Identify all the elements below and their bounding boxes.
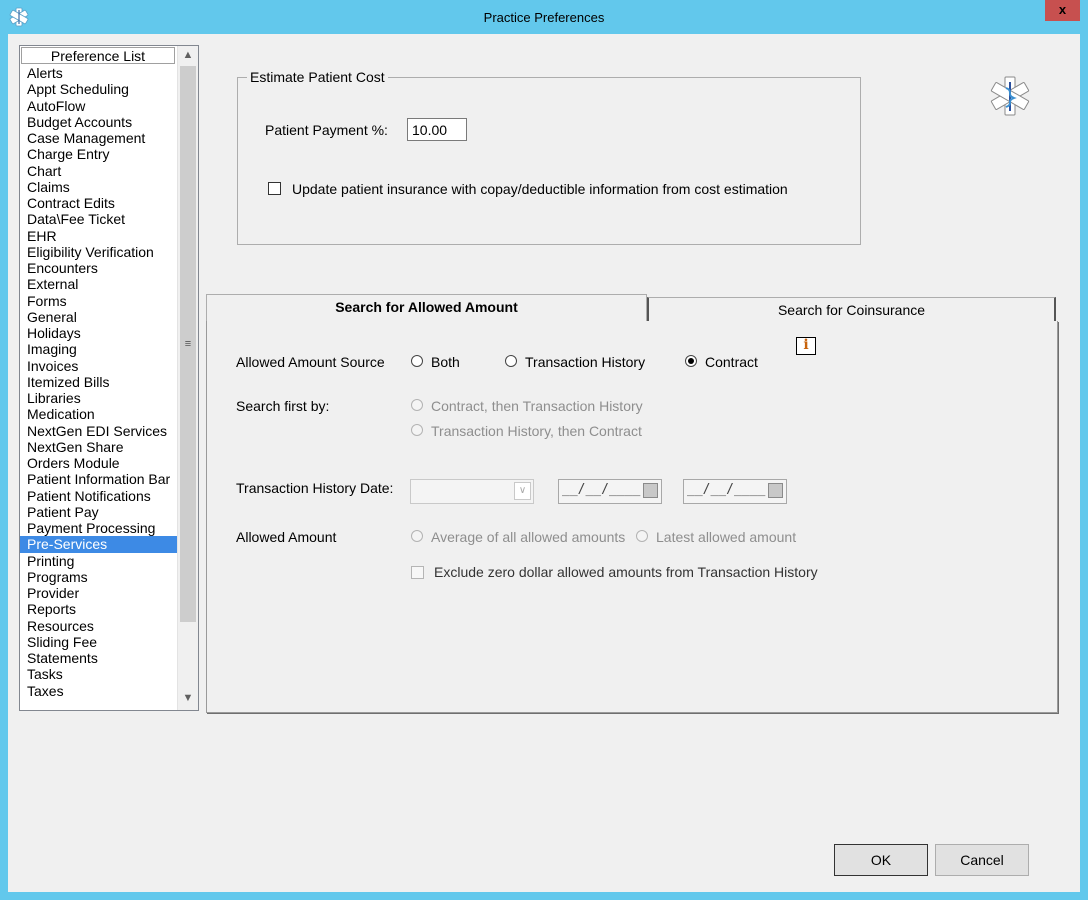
patient-payment-input[interactable] [407,118,467,141]
calendar-icon[interactable] [643,483,658,498]
date-to-placeholder: __/__/____ [687,482,766,497]
preference-list-item[interactable]: General [20,309,177,325]
search-history-first-label: Transaction History, then Contract [431,423,642,439]
preference-list-item[interactable]: Contract Edits [20,195,177,211]
preference-list-item[interactable]: Holidays [20,325,177,341]
preference-list-item[interactable]: Patient Notifications [20,488,177,504]
preference-list-item[interactable]: Sliding Fee [20,634,177,650]
preference-list-item[interactable]: Provider [20,585,177,601]
window-title: Practice Preferences [483,10,605,25]
scroll-down-arrow-icon[interactable]: ▼ [178,689,198,707]
allowed-amount-label: Allowed Amount [236,529,337,545]
search-contract-first-label: Contract, then Transaction History [431,398,643,414]
preference-list-item[interactable]: Orders Module [20,455,177,471]
preference-list-item[interactable]: External [20,276,177,292]
average-allowed-radio[interactable] [411,530,423,542]
close-button[interactable]: x [1045,0,1080,21]
preference-list-item[interactable]: Medication [20,406,177,422]
transaction-history-date-label: Transaction History Date: [236,480,394,496]
preference-list-item[interactable]: Patient Pay [20,504,177,520]
info-icon[interactable]: i [796,337,816,355]
source-transaction-history-label: Transaction History [525,354,646,370]
preference-list-item[interactable]: NextGen Share [20,439,177,455]
preference-list-item[interactable]: Eligibility Verification [20,244,177,260]
average-allowed-label: Average of all allowed amounts [431,529,626,545]
source-both-radio[interactable] [411,355,423,367]
preference-list-item[interactable]: Encounters [20,260,177,276]
preference-list-item[interactable]: Itemized Bills [20,374,177,390]
allowed-amount-source-label: Allowed Amount Source [236,354,385,370]
preference-list-item[interactable]: Case Management [20,130,177,146]
preference-list-item[interactable]: Libraries [20,390,177,406]
search-contract-first-radio[interactable] [411,399,423,411]
preference-list-item[interactable]: Alerts [20,65,177,81]
estimate-group-title: Estimate Patient Cost [247,69,388,85]
tab-search-allowed-amount[interactable]: Search for Allowed Amount [206,294,647,322]
preference-list-item[interactable]: EHR [20,228,177,244]
scroll-up-arrow-icon[interactable]: ▲ [178,46,198,64]
preference-list-item[interactable]: Tasks [20,666,177,682]
preference-list-item[interactable]: Taxes [20,683,177,699]
source-contract-radio[interactable] [685,355,697,367]
date-from-field[interactable]: __/__/____ [558,479,662,504]
date-from-placeholder: __/__/____ [562,482,641,497]
latest-allowed-label: Latest allowed amount [656,529,797,545]
title-bar: Practice Preferences x [0,0,1088,34]
preference-list-item[interactable]: Resources [20,618,177,634]
preference-list-item[interactable]: Claims [20,179,177,195]
list-scrollbar[interactable]: ▲ ≡ ▼ [177,46,198,710]
source-contract-label: Contract [705,354,758,370]
update-insurance-checkbox[interactable] [268,182,281,195]
preference-list-item[interactable]: Pre-Services [20,536,177,553]
tab-search-coinsurance[interactable]: Search for Coinsurance [647,297,1056,322]
scroll-grip-icon: ≡ [184,338,192,350]
preference-list-item[interactable]: AutoFlow [20,98,177,114]
preference-list[interactable]: Preference List Alerts Appt Scheduling Aut… [19,45,199,711]
preference-list-item[interactable]: Printing [20,553,177,569]
search-first-by-label: Search first by: [236,398,330,414]
preference-list-item[interactable]: Charge Entry [20,146,177,162]
calendar-icon[interactable] [768,483,783,498]
preference-list-item[interactable]: Programs [20,569,177,585]
ok-button[interactable]: OK [834,844,928,876]
exclude-zero-label: Exclude zero dollar allowed amounts from… [434,564,818,580]
date-to-field[interactable]: __/__/____ [683,479,787,504]
preference-list-item[interactable]: Imaging [20,341,177,357]
exclude-zero-checkbox[interactable] [411,566,424,579]
preference-list-item[interactable]: Budget Accounts [20,114,177,130]
star-of-life-logo-icon [990,76,1030,116]
dialog-client-area: Preference List Alerts Appt Scheduling Aut… [8,34,1080,892]
preference-list-item[interactable]: Payment Processing [20,520,177,536]
preference-list-item[interactable]: NextGen EDI Services [20,423,177,439]
preference-list-item[interactable]: Statements [20,650,177,666]
preference-list-items: Alerts Appt Scheduling AutoFlow Budget Acco… [20,65,177,699]
patient-payment-label: Patient Payment %: [265,122,388,138]
transaction-history-date-dropdown[interactable]: ∨ [410,479,534,504]
preference-list-header: Preference List [21,47,175,64]
preference-list-item[interactable]: Reports [20,601,177,617]
scroll-thumb[interactable]: ≡ [180,66,196,622]
source-both-label: Both [431,354,460,370]
preference-list-item[interactable]: Forms [20,293,177,309]
search-history-first-radio[interactable] [411,424,423,436]
source-transaction-history-radio[interactable] [505,355,517,367]
chevron-down-icon: ∨ [514,482,531,500]
update-insurance-label: Update patient insurance with copay/dedu… [292,181,788,197]
preference-list-item[interactable]: Chart [20,163,177,179]
estimate-patient-cost-group: Estimate Patient Cost Patient Payment %:… [237,69,861,245]
latest-allowed-radio[interactable] [636,530,648,542]
allowed-amount-tab-panel [206,321,1058,713]
preference-list-item[interactable]: Appt Scheduling [20,81,177,97]
cancel-button[interactable]: Cancel [935,844,1029,876]
preference-list-item[interactable]: Invoices [20,358,177,374]
preference-list-item[interactable]: Data\Fee Ticket [20,211,177,227]
preference-list-item[interactable]: Patient Information Bar [20,471,177,487]
